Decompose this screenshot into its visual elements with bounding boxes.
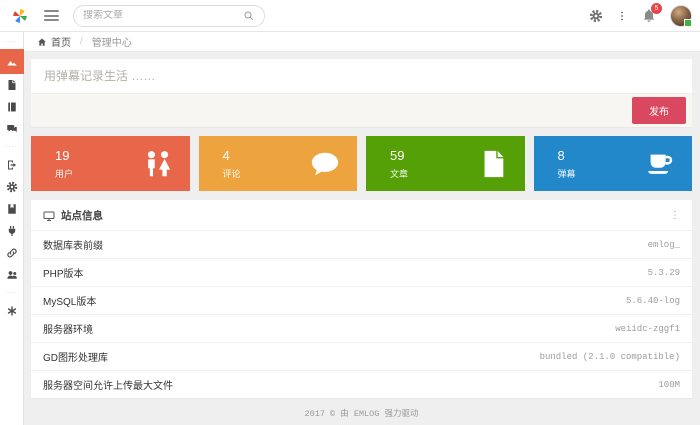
info-label: 服务器环境 — [43, 321, 93, 336]
stat-label: 评论 — [223, 167, 241, 180]
info-value: 5.6.40-log — [626, 296, 680, 306]
stat-card-articles[interactable]: 59 文章 — [366, 136, 525, 191]
coffee-cup-icon — [645, 149, 675, 179]
search-box[interactable] — [73, 5, 265, 27]
comment-icon — [310, 149, 340, 179]
stat-text: 8 弹幕 — [558, 148, 576, 180]
stat-text: 59 文章 — [390, 148, 408, 180]
info-value: 100M — [658, 380, 680, 390]
main-layout: ···· ···· — [0, 32, 700, 425]
notebook-icon — [6, 101, 18, 113]
stat-value: 59 — [390, 148, 408, 163]
page-body: 发布 19 用户 — [24, 52, 700, 425]
info-row-php-version: PHP版本 5.3.29 — [31, 258, 692, 286]
notification-badge: 5 — [651, 3, 662, 14]
asterisk-icon — [6, 305, 18, 317]
info-row-db-prefix: 数据库表前缀 emlog_ — [31, 230, 692, 258]
stat-value: 19 — [55, 148, 73, 163]
breadcrumb-current: 管理中心 — [92, 34, 132, 49]
site-info-kebab-icon[interactable]: ⋮ — [670, 211, 680, 221]
stat-card-users[interactable]: 19 用户 — [31, 136, 190, 191]
info-row-gd-library: GD图形处理库 bundled (2.1.0 compatible) — [31, 342, 692, 370]
stat-card-comments[interactable]: 4 评论 — [199, 136, 358, 191]
sidebar-item-template[interactable] — [0, 198, 24, 220]
site-info-card: 站点信息 ⋮ 数据库表前缀 emlog_ PHP版本 5.3.29 MySQL版… — [31, 200, 692, 398]
sidebar-item-plugin[interactable] — [0, 220, 24, 242]
stat-cards: 19 用户 4 评论 — [31, 136, 692, 191]
stat-text: 4 评论 — [223, 148, 241, 180]
publish-button[interactable]: 发布 — [632, 97, 686, 124]
plug-icon — [6, 225, 18, 237]
info-label: 服务器空间允许上传最大文件 — [43, 377, 173, 392]
sidebar-item-users[interactable] — [0, 264, 24, 286]
footer-powered-by: 2017 © 由 EMLOG 强力驱动 — [31, 398, 692, 425]
sidebar-item-links[interactable] — [0, 242, 24, 264]
stat-label: 文章 — [390, 167, 408, 180]
sidebar-item-comments[interactable] — [0, 118, 24, 140]
gear-icon — [6, 181, 18, 193]
link-chain-icon — [6, 247, 18, 259]
breadcrumb-home[interactable]: 首页 — [51, 34, 71, 49]
search-input[interactable] — [83, 10, 243, 21]
sidebar-section-label: ···· — [6, 140, 18, 154]
info-label: GD图形处理库 — [43, 349, 108, 364]
users-icon — [143, 149, 173, 179]
stat-value: 8 — [558, 148, 576, 163]
sidebar-item-settings[interactable] — [0, 176, 24, 198]
article-icon — [6, 79, 18, 91]
content-area: 首页 / 管理中心 发布 19 用户 — [24, 32, 700, 425]
info-value: weiidc-zggf1 — [615, 324, 680, 334]
settings-gear-icon[interactable] — [589, 9, 603, 23]
logout-icon — [6, 159, 18, 171]
stat-label: 弹幕 — [558, 167, 576, 180]
info-value: 5.3.29 — [648, 268, 680, 278]
menu-toggle-icon[interactable] — [44, 10, 59, 21]
sidebar-item-dashboard[interactable] — [0, 49, 24, 74]
app-logo-pinwheel-icon[interactable] — [11, 7, 29, 25]
more-kebab-icon[interactable] — [616, 10, 628, 22]
breadcrumb: 首页 / 管理中心 — [24, 32, 700, 52]
composer-toolbar: 发布 — [31, 93, 692, 127]
sidebar-item-store[interactable] — [0, 300, 24, 322]
stat-text: 19 用户 — [55, 148, 73, 180]
sidebar-item-article[interactable] — [0, 74, 24, 96]
info-label: 数据库表前缀 — [43, 237, 103, 252]
topbar-actions: 5 — [589, 5, 692, 27]
topbar: 5 — [0, 0, 700, 32]
breadcrumb-separator: / — [80, 36, 83, 47]
site-info-header: 站点信息 ⋮ — [31, 200, 692, 230]
sidebar-section-label: ···· — [6, 35, 18, 49]
info-row-mysql-version: MySQL版本 5.6.40-log — [31, 286, 692, 314]
user-avatar[interactable] — [670, 5, 692, 27]
info-row-server-env: 服务器环境 weiidc-zggf1 — [31, 314, 692, 342]
info-label: PHP版本 — [43, 265, 84, 280]
sidebar: ···· ···· — [0, 32, 24, 425]
article-icon — [478, 149, 508, 179]
monitor-icon — [43, 210, 55, 222]
composer-card: 发布 — [31, 59, 692, 127]
sidebar-section-label: ···· — [6, 286, 18, 300]
sidebar-item-notebook[interactable] — [0, 96, 24, 118]
info-row-max-upload: 服务器空间允许上传最大文件 100M — [31, 370, 692, 398]
info-value: bundled (2.1.0 compatible) — [540, 352, 680, 362]
dashboard-icon — [6, 56, 18, 68]
stat-value: 4 — [223, 148, 241, 163]
stat-label: 用户 — [55, 167, 73, 180]
address-book-icon — [6, 203, 18, 215]
sidebar-item-logout[interactable] — [0, 154, 24, 176]
site-info-title: 站点信息 — [61, 208, 103, 223]
stat-card-danmaku[interactable]: 8 弹幕 — [534, 136, 693, 191]
home-icon — [37, 37, 47, 47]
users-group-icon — [6, 269, 18, 281]
composer-input[interactable] — [31, 59, 692, 93]
notifications-bell-icon[interactable]: 5 — [641, 8, 657, 24]
search-icon[interactable] — [243, 10, 255, 22]
comments-icon — [6, 123, 18, 135]
info-label: MySQL版本 — [43, 293, 96, 308]
info-value: emlog_ — [648, 240, 680, 250]
